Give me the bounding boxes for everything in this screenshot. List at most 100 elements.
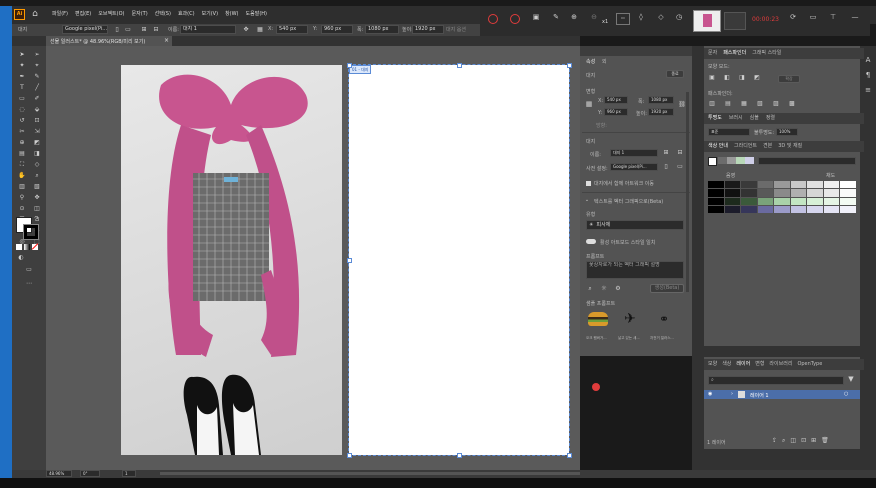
trim-icon[interactable]: ▤ (724, 100, 732, 108)
water-drop-icon[interactable]: ◊ (636, 13, 646, 23)
tab-brushes[interactable]: 브러시 (729, 113, 743, 124)
tool-icon[interactable]: ⚲ (15, 193, 29, 203)
color-guide-swatch[interactable] (790, 189, 807, 197)
color-guide-swatch[interactable] (774, 205, 790, 213)
document-tab[interactable]: 선물 일러스트* @ 48.96%(RGB/미리 보기) × (46, 36, 172, 46)
sample-bird[interactable]: ✈ 날고 있는 새... (618, 310, 642, 340)
remove-artboard-icon[interactable]: ⊟ (676, 148, 684, 157)
tool-icon[interactable]: ✦ (15, 61, 29, 71)
prop-h-field[interactable]: 1920 px (648, 108, 674, 116)
artboard-handle-tm[interactable] (457, 63, 462, 68)
layers-tab[interactable]: 변형 (755, 359, 764, 370)
sample-bicycle[interactable]: ⚭ 자전거 일러스... (650, 310, 678, 340)
color-guide-swatch[interactable] (724, 189, 741, 197)
color-guide-swatch[interactable] (724, 197, 741, 205)
color-guide-swatch[interactable] (774, 189, 790, 197)
pin-icon[interactable]: ⊤ (828, 13, 838, 23)
tool-icon[interactable]: ▧ (30, 182, 44, 192)
layer-row[interactable]: ◉ › 레이어 1 ○ (704, 390, 860, 399)
landscape-orientation-icon[interactable]: ▭ (124, 25, 132, 34)
move-artwork-icon[interactable]: ✥ (242, 25, 250, 34)
tool-icon[interactable]: ✋ (15, 171, 29, 181)
color-guide-swatch[interactable] (757, 205, 774, 213)
visibility-eye-icon[interactable]: ◉ (708, 391, 712, 397)
target-icon[interactable]: ○ (844, 391, 848, 397)
color-guide-swatch[interactable] (807, 189, 823, 197)
tool-icon[interactable]: ➤ (15, 50, 29, 60)
tool-icon[interactable]: ◫ (30, 204, 44, 214)
artboard-1-photo[interactable] (121, 65, 342, 455)
reference-point-grid-icon[interactable]: ▦ (584, 100, 594, 110)
artboard-handle-ml[interactable] (347, 258, 352, 263)
sample-hamburger[interactable]: 오크 햄버거... (586, 310, 610, 340)
tool-icon[interactable]: ✎ (30, 72, 44, 82)
screen-mode-icon[interactable]: ▭ (24, 266, 34, 274)
harmony-dropdown[interactable] (758, 157, 856, 165)
minus-back-icon[interactable]: ▩ (788, 100, 796, 108)
menu-item[interactable]: 문자(T) (132, 10, 148, 20)
tool-icon[interactable]: ◇ (30, 160, 44, 170)
color-guide-swatch[interactable] (840, 189, 856, 197)
color-guide-swatch[interactable] (790, 181, 807, 189)
color-guide-swatch[interactable] (790, 205, 807, 213)
color-guide-swatch[interactable] (757, 181, 774, 189)
none-icon[interactable] (31, 243, 39, 250)
crop-icon[interactable]: ▧ (756, 100, 764, 108)
blend-mode-dropdown[interactable]: 표준 (708, 128, 750, 136)
tool-icon[interactable]: ╱ (30, 83, 44, 93)
tool-icon[interactable]: ◌ (15, 105, 29, 115)
locate-object-icon[interactable]: ⌕ (782, 437, 785, 445)
color-guide-swatch[interactable] (774, 197, 790, 205)
color-guide-swatch[interactable] (807, 181, 823, 189)
settings-gear-icon[interactable]: ⚙ (614, 284, 622, 292)
tab-other[interactable]: 외 (602, 58, 607, 65)
stop-icon[interactable] (510, 14, 520, 24)
tool-icon[interactable]: ◩ (30, 138, 44, 148)
tool-icon[interactable]: ▤ (15, 149, 29, 159)
layers-tab[interactable]: OpenType (797, 359, 822, 370)
color-icon[interactable] (16, 244, 22, 250)
reference-icon[interactable]: ⌕ (586, 284, 594, 292)
artboard-handle-tl[interactable] (347, 63, 352, 68)
generate-button[interactable]: 생성(Beta) (650, 284, 684, 293)
artboard-handle-tr[interactable] (567, 63, 572, 68)
prompt-textarea[interactable]: 꽃상자로가 되는 벡터 그래픽 설명 (586, 261, 684, 279)
expand-button[interactable]: 확장 (778, 75, 800, 83)
tool-icon[interactable]: ⌖ (30, 61, 44, 71)
tool-icon[interactable]: ▭ (15, 94, 29, 104)
color-guide-swatch[interactable] (741, 205, 757, 213)
delete-layer-icon[interactable]: 🗑 (821, 437, 829, 445)
prop-y-field[interactable]: 960 px (604, 108, 628, 116)
tool-icon[interactable]: ▥ (15, 182, 29, 192)
tool-icon[interactable]: ⊡ (30, 116, 44, 126)
color-guide-swatch[interactable] (840, 205, 856, 213)
webcam-preview-thumbnail[interactable] (693, 10, 721, 32)
dock-char-icon[interactable]: A (866, 56, 871, 65)
constrain-proportions-icon[interactable]: ⛓ (678, 100, 686, 110)
menu-item[interactable]: 효과(C) (178, 10, 195, 20)
tool-icon[interactable]: ✐ (30, 94, 44, 104)
opacity-field[interactable]: 100% (776, 128, 798, 136)
color-guide-swatch[interactable] (807, 205, 823, 213)
zoom-field[interactable]: 48.96% (46, 470, 72, 477)
color-guide-swatch[interactable] (757, 197, 774, 205)
close-tab-icon[interactable]: × (164, 37, 169, 44)
menu-item[interactable]: 보기(V) (202, 10, 219, 20)
base-color-swatch[interactable] (708, 157, 717, 166)
dock-paragraph-icon[interactable]: ¶ (866, 71, 870, 80)
artboard-handle-br[interactable] (567, 453, 572, 458)
layers-tab[interactable]: 라이브러리 (769, 359, 792, 370)
home-icon[interactable]: ⌂ (30, 9, 40, 19)
webcam-preview-thumbnail-2[interactable] (724, 12, 746, 30)
color-guide-swatch[interactable] (724, 181, 741, 189)
tool-icon[interactable]: ↺ (15, 116, 29, 126)
exit-button[interactable]: 종료 (666, 70, 684, 78)
artboard-handle-bm[interactable] (457, 453, 462, 458)
tool-icon[interactable]: ✒ (15, 72, 29, 82)
intersect-icon[interactable]: ◨ (738, 74, 746, 82)
artboard-2-blank[interactable] (348, 64, 570, 456)
layers-tab[interactable]: 색상 (722, 359, 731, 370)
delete-artboard-icon[interactable]: ⊟ (152, 25, 160, 34)
unite-icon[interactable]: ▣ (708, 74, 716, 82)
new-artboard-icon[interactable]: ⊞ (140, 25, 148, 34)
